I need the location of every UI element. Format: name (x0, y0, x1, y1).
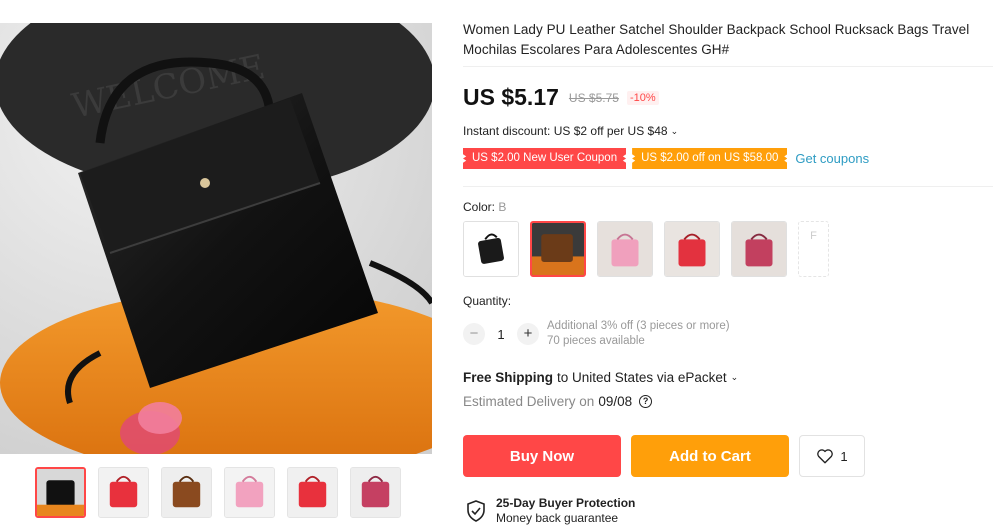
new-user-coupon[interactable]: US $2.00 New User Coupon (463, 148, 627, 169)
divider (463, 186, 993, 187)
increase-quantity-button[interactable]: + (517, 323, 539, 345)
action-buttons: Buy Now Add to Cart 1 (463, 435, 865, 477)
wishlist-count: 1 (840, 448, 848, 464)
thumbnail-1[interactable] (35, 467, 86, 518)
thumbnail-6[interactable] (350, 467, 401, 518)
wishlist-button[interactable]: 1 (799, 435, 865, 477)
thumbnail-strip (35, 467, 401, 518)
free-shipping-label: Free Shipping (463, 370, 554, 385)
buy-now-button[interactable]: Buy Now (463, 435, 621, 477)
chevron-down-icon: ⌄ (670, 125, 679, 136)
product-info: Women Lady PU Leather Satchel Shoulder B… (463, 20, 993, 60)
discount-badge: -10% (626, 90, 659, 105)
thumbnail-2[interactable] (98, 467, 149, 518)
thumbnail-5[interactable] (287, 467, 338, 518)
shipping-info[interactable]: Free Shipping to United States via ePack… (463, 370, 738, 385)
shipping-destination: to United States via ePacket (557, 370, 727, 385)
help-icon[interactable]: ? (639, 395, 653, 408)
color-option-c[interactable] (597, 221, 653, 277)
quantity-note: Additional 3% off (3 pieces or more) 70 … (547, 320, 730, 347)
store-coupon[interactable]: US $2.00 off on US $58.00 (632, 148, 788, 169)
chevron-down-icon: ⌄ (730, 372, 739, 382)
buyer-protection: 25-Day Buyer Protection Money back guara… (466, 496, 635, 526)
price-row: US $5.17 US $5.75 -10% (463, 84, 659, 111)
current-price: US $5.17 (463, 84, 559, 110)
estimated-delivery: Estimated Delivery on 09/08 ? (463, 394, 653, 409)
get-coupons-link[interactable]: Get coupons (795, 151, 869, 166)
decrease-quantity-button[interactable]: − (463, 323, 485, 345)
thumbnail-3[interactable] (161, 467, 212, 518)
selected-color-value: B (498, 200, 507, 214)
color-label: Color: B (463, 200, 507, 214)
thumbnail-4[interactable] (224, 467, 275, 518)
delivery-date: 09/08 (598, 394, 633, 409)
color-option-f[interactable]: F (798, 221, 829, 277)
instant-discount-text: Instant discount: US $2 off per US $48 (463, 124, 668, 138)
instant-discount[interactable]: Instant discount: US $2 off per US $48 ⌄ (463, 124, 678, 138)
color-option-d[interactable] (664, 221, 720, 277)
add-to-cart-button[interactable]: Add to Cart (631, 435, 789, 477)
original-price: US $5.75 (568, 90, 619, 105)
shield-check-icon (467, 500, 485, 522)
quantity-value[interactable]: 1 (485, 327, 517, 342)
coupon-row: US $2.00 New User Coupon US $2.00 off on… (463, 148, 869, 169)
color-option-a[interactable] (463, 221, 519, 277)
heart-icon (817, 449, 834, 464)
main-product-image[interactable]: WELCOME (0, 23, 432, 454)
color-option-b[interactable] (530, 221, 586, 277)
quantity-stepper: − 1 + Additional 3% off (3 pieces or mor… (463, 319, 730, 349)
color-swatches: F (463, 221, 829, 277)
protection-subtitle: Money back guarantee (496, 511, 619, 525)
protection-title: 25-Day Buyer Protection (496, 496, 636, 510)
product-title: Women Lady PU Leather Satchel Shoulder B… (463, 22, 970, 57)
divider (463, 66, 993, 67)
quantity-label: Quantity: (463, 294, 512, 308)
color-option-e[interactable] (731, 221, 787, 277)
